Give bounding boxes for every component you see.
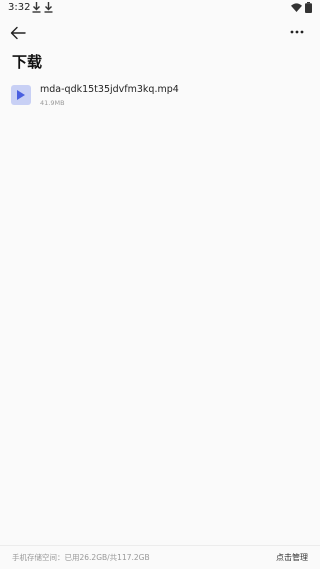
list-item[interactable]: mda-qdk15t35jdvfm3kq.mp4 41.9MB: [0, 80, 320, 114]
more-options-icon[interactable]: [289, 26, 305, 38]
file-size: 41.9MB: [40, 99, 65, 107]
status-bar: 3:32: [0, 0, 320, 16]
status-time: 3:32: [8, 2, 31, 13]
download-icon: [44, 2, 53, 13]
battery-icon: [305, 2, 312, 13]
storage-info: 手机存储空间：已用26.2GB/共117.2GB: [12, 553, 150, 562]
download-icon: [32, 2, 41, 13]
file-name: mda-qdk15t35jdvfm3kq.mp4: [40, 84, 179, 95]
wifi-icon: [291, 3, 302, 12]
video-file-icon: [11, 85, 31, 105]
screen: 3:32 下载 mda-qdk15t35jdvfm3kq.mp4 41.9MB …: [0, 0, 320, 569]
back-arrow-icon[interactable]: [8, 24, 28, 42]
manage-storage-button[interactable]: 点击管理: [276, 552, 308, 563]
page-title: 下载: [12, 53, 43, 71]
storage-footer: 手机存储空间：已用26.2GB/共117.2GB 点击管理: [0, 545, 320, 569]
